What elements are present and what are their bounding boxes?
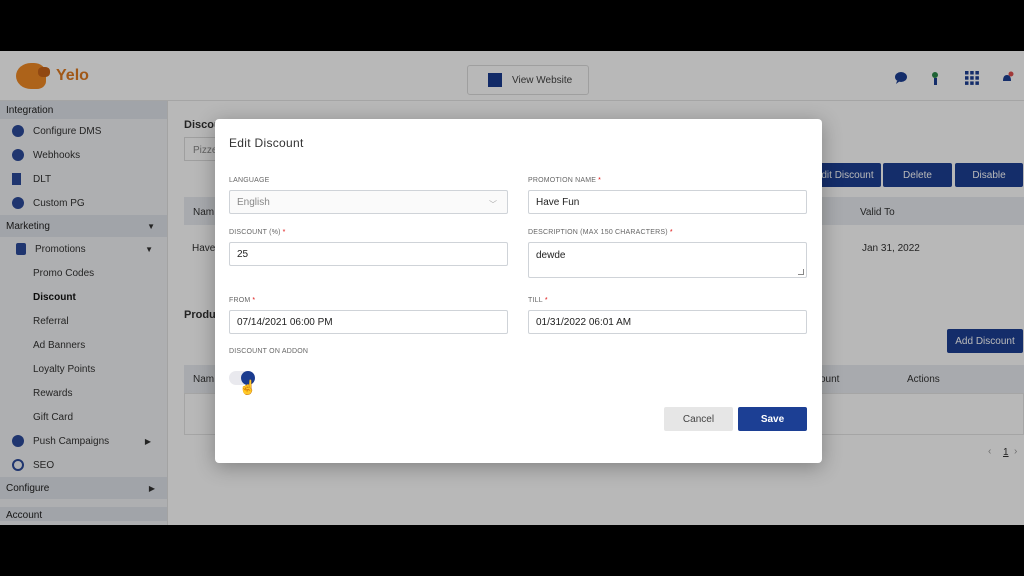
hand-pointer-cursor-icon: ☝ [239, 379, 257, 395]
discount-label-text: DISCOUNT (%) [229, 229, 281, 236]
required-marker: * [282, 229, 286, 236]
save-button[interactable]: Save [738, 407, 807, 431]
from-datetime-input[interactable]: 07/14/2021 06:00 PM [229, 310, 508, 334]
app-window: Yelo View Website Integration Configure … [0, 51, 1024, 525]
cancel-button[interactable]: Cancel [664, 407, 733, 431]
discount-percent-input[interactable]: 25 [229, 242, 508, 266]
till-datetime-input[interactable]: 01/31/2022 06:01 AM [528, 310, 807, 334]
required-marker: * [669, 229, 673, 236]
addon-label-text: DISCOUNT ON ADDON [229, 348, 309, 355]
required-marker: * [252, 297, 256, 304]
till-label: TILL * [528, 297, 548, 304]
from-value: 07/14/2021 06:00 PM [237, 316, 333, 328]
description-label: DESCRIPTION (MAX 150 CHARACTERS) * [528, 229, 673, 236]
required-marker: * [544, 297, 548, 304]
promotion-name-label: PROMOTION NAME * [528, 177, 601, 184]
promotion-name-label-text: PROMOTION NAME [528, 177, 597, 184]
description-textarea[interactable]: dewde [528, 242, 807, 278]
language-select[interactable]: English ﹀ [229, 190, 508, 214]
from-label: FROM * [229, 297, 255, 304]
description-label-text: DESCRIPTION (MAX 150 CHARACTERS) [528, 229, 668, 236]
language-label-text: LANGUAGE [229, 177, 270, 184]
resize-handle-icon[interactable] [798, 269, 804, 275]
required-marker: * [598, 177, 602, 184]
discount-value: 25 [237, 248, 249, 260]
description-value: dewde [536, 250, 566, 261]
language-value: English [237, 196, 270, 208]
discount-label: DISCOUNT (%) * [229, 229, 286, 236]
language-label: LANGUAGE [229, 177, 270, 184]
edit-discount-modal: Edit Discount LANGUAGE English ﹀ PROMOTI… [215, 119, 822, 463]
addon-label: DISCOUNT ON ADDON [229, 348, 308, 355]
till-label-text: TILL [528, 297, 543, 304]
modal-title: Edit Discount [229, 136, 304, 150]
promotion-name-input[interactable]: Have Fun [528, 190, 807, 214]
from-label-text: FROM [229, 297, 251, 304]
promotion-name-value: Have Fun [536, 196, 580, 208]
till-value: 01/31/2022 06:01 AM [536, 316, 632, 328]
chevron-down-icon: ﹀ [489, 200, 497, 209]
